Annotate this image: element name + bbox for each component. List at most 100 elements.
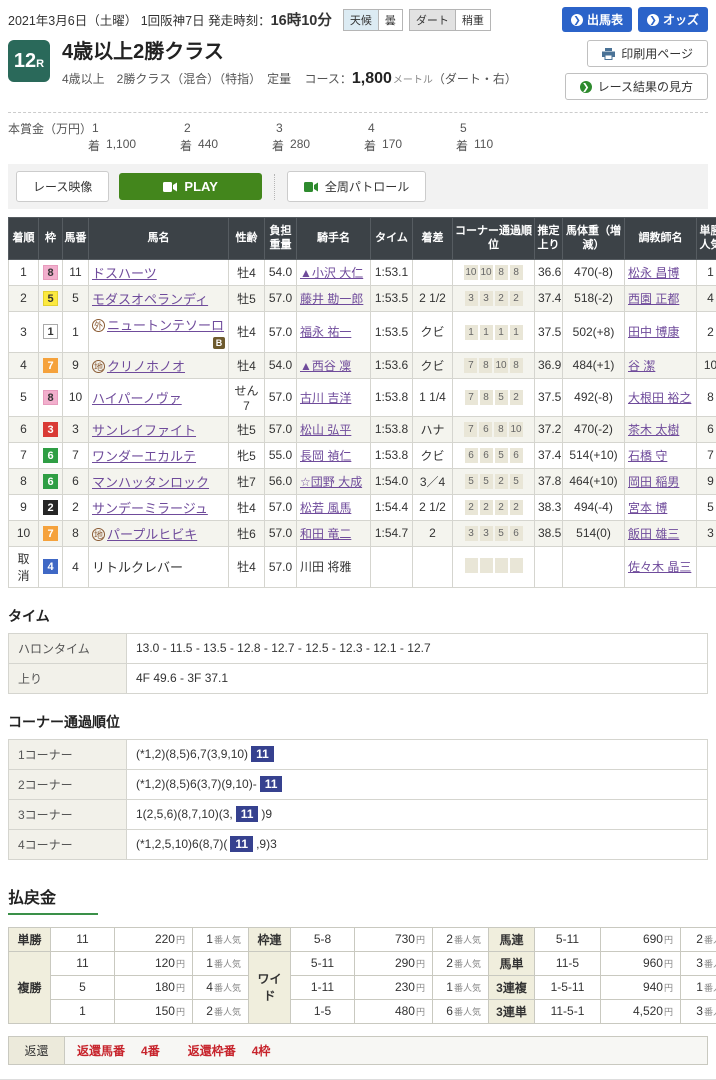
trainer-cell: 松永 昌博 [625, 259, 697, 285]
winner-number-badge: 11 [230, 836, 253, 852]
trainer-link[interactable]: 茶木 太樹 [628, 423, 679, 437]
jockey-link[interactable]: 松若 風馬 [300, 501, 351, 515]
horse-number: 2 [63, 494, 89, 520]
win-popularity: 5 [697, 494, 716, 520]
result-row: 311外ニュートンテソーロB牡457.0福永 祐一1:53.5クビ111137.… [9, 311, 716, 352]
yen-unit: 円 [664, 983, 673, 993]
winner-number-badge: 11 [260, 776, 283, 792]
trainer-cell: 佐々木 晶三 [625, 546, 697, 587]
shutsuba-button[interactable]: ❯出馬表 [562, 7, 632, 32]
payout-row: 1150円2番人気1-5480円6番人気3連単11-5-14,520円3番人気 [9, 999, 716, 1023]
jockey-link[interactable]: ▲小沢 大仁 [300, 266, 363, 280]
corner-position-box: 1 [465, 325, 478, 340]
jockey-link[interactable]: 福永 祐一 [300, 325, 351, 339]
horse-number: 4 [63, 546, 89, 587]
jockey-link[interactable]: 長岡 禎仁 [300, 449, 351, 463]
trainer-link[interactable]: 谷 潔 [628, 359, 655, 373]
odds-button[interactable]: ❯オッズ [638, 7, 708, 32]
corner-order-pre: 1(2,5,6)(8,7,10)(3, [136, 807, 233, 821]
time-section-heading: タイム [8, 606, 708, 626]
trainer-link[interactable]: 松永 昌博 [628, 266, 679, 280]
chevron-circle-icon: ❯ [571, 14, 583, 26]
jockey-link[interactable]: 和田 竜二 [300, 527, 351, 541]
yen-unit: 円 [664, 959, 673, 969]
jockey-link[interactable]: ☆団野 大成 [300, 475, 362, 489]
patrol-video-button[interactable]: 全周パトロール [287, 171, 426, 202]
horse-name-link[interactable]: マンハッタンロック [92, 475, 209, 490]
jockey-link[interactable]: 藤井 勘一郎 [300, 292, 363, 306]
payout-amount-value: 120 [155, 956, 175, 970]
payout-amount-value: 4,520 [633, 1004, 663, 1018]
corner-position-box: 8 [494, 422, 507, 437]
horse-weight: 492(-8) [563, 378, 625, 416]
jockey-link[interactable]: 古川 吉洋 [300, 391, 351, 405]
frame-badge: 8 [43, 265, 58, 280]
last-3f: 36.6 [535, 259, 563, 285]
sanrenpuku-numbers: 1-5-11 [535, 975, 601, 999]
last-3f: 37.5 [535, 311, 563, 352]
trainer-link[interactable]: 西園 正都 [628, 292, 679, 306]
corner-position-box: 2 [510, 291, 523, 306]
trainer-cell: 田中 博康 [625, 311, 697, 352]
yen-unit: 円 [176, 983, 185, 993]
print-page-button[interactable]: 印刷用ページ [587, 40, 708, 67]
finish-position: 5 [9, 378, 39, 416]
weather-value: 曇 [378, 9, 403, 31]
horse-name-link[interactable]: サンデーミラージュ [92, 501, 208, 516]
fukusho-amount: 180円 [115, 975, 193, 999]
umaren-popularity: 2番人気 [681, 927, 716, 951]
trainer-link[interactable]: 佐々木 晶三 [628, 560, 691, 574]
topbar: 2021年3月6日（土曜） 1回阪神7日 発走時刻：16時10分 天候曇 ダート… [8, 0, 708, 36]
yen-unit: 円 [416, 935, 425, 945]
trainer-link[interactable]: 石橋 守 [628, 449, 667, 463]
margin: 2 1/2 [413, 285, 453, 311]
frame-cell: 6 [39, 442, 63, 468]
horse-name-link[interactable]: パープルヒビキ [107, 527, 197, 542]
race-video-button[interactable]: レース映像 [16, 171, 109, 202]
corner-position-box [495, 558, 508, 573]
horse-name-link[interactable]: ワンダーエカルテ [92, 449, 196, 464]
frame-badge: 8 [43, 390, 58, 405]
jockey-cell: 福永 祐一 [297, 311, 371, 352]
horse-name-link[interactable]: ドスハーツ [92, 266, 157, 281]
jockey-link[interactable]: 松山 弘平 [300, 423, 351, 437]
finish-position: 1 [9, 259, 39, 285]
fukusho-amount: 120円 [115, 951, 193, 975]
sex-age: 牝5 [229, 442, 265, 468]
horse-name-link[interactable]: ハイパーノヴァ [92, 391, 182, 406]
trainer-link[interactable]: 大根田 裕之 [628, 391, 691, 405]
course-label: コース： [304, 72, 351, 86]
trainer-link[interactable]: 宮本 博 [628, 501, 667, 515]
sex-age: 牡4 [229, 494, 265, 520]
prize-place-unit: 着 [88, 137, 100, 154]
race-video-label: レース映像 [33, 180, 92, 194]
prize-value-row: 着1,100 [88, 137, 176, 154]
bet-type-sanrentan: 3連単 [489, 999, 535, 1023]
trainer-link[interactable]: 飯田 雄三 [628, 527, 679, 541]
time-row-label: ハロンタイム [9, 633, 127, 663]
result-guide-button[interactable]: ❯ レース結果の見方 [565, 73, 708, 100]
horse-name-link[interactable]: クリノホノオ [107, 359, 185, 374]
frame-badge: 6 [43, 474, 58, 489]
trainer-link[interactable]: 田中 博康 [628, 325, 679, 339]
corner-positions: 1111 [453, 311, 535, 352]
corner-position-box: 3 [465, 291, 478, 306]
corner-position-box: 3 [480, 291, 493, 306]
start-time: 16時10分 [271, 13, 332, 29]
jockey-link[interactable]: ▲西谷 凜 [300, 359, 351, 373]
horse-name-link[interactable]: ニュートンテソーロ [107, 318, 224, 333]
corner-position-box [465, 558, 478, 573]
trainer-link[interactable]: 岡田 稲男 [628, 475, 679, 489]
umatan-popularity: 3番人気 [681, 951, 716, 975]
horse-name-link[interactable]: サンレイファイト [92, 423, 196, 438]
prize-money-label: 本賞金（万円） [8, 121, 88, 154]
popularity-unit: 番人気 [454, 983, 481, 993]
bred-mark: 地 [92, 360, 105, 373]
prize-item: 1着1,100 [88, 121, 176, 154]
horse-number: 9 [63, 352, 89, 378]
corner-position-box: 5 [495, 390, 508, 405]
corner-row-label: 1コーナー [9, 739, 127, 769]
frame-cell: 3 [39, 416, 63, 442]
horse-name-link[interactable]: モダスオペランディ [92, 292, 208, 307]
play-button[interactable]: PLAY [119, 173, 261, 200]
